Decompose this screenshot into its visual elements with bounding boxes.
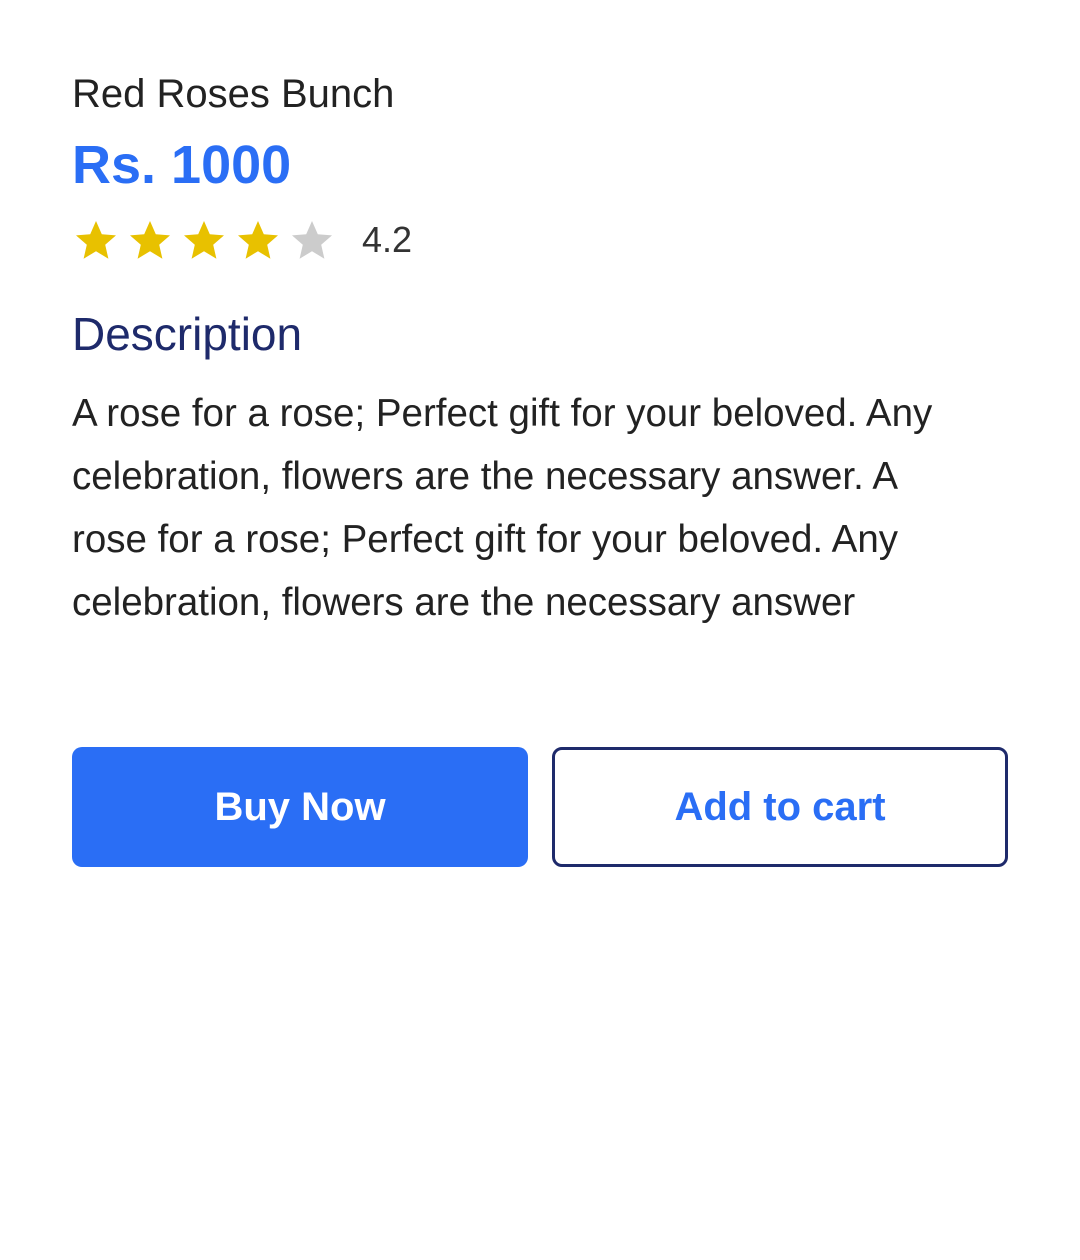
star-icon bbox=[180, 216, 228, 264]
product-name: Red Roses Bunch bbox=[72, 72, 395, 116]
add-to-cart-button[interactable]: Add to cart bbox=[552, 747, 1008, 867]
rating: 4.2 bbox=[72, 214, 412, 266]
star-icon bbox=[288, 216, 336, 264]
star-icon bbox=[72, 216, 120, 264]
star-icon bbox=[126, 216, 174, 264]
description-text: A rose for a rose; Perfect gift for your… bbox=[72, 392, 933, 624]
product-price: Rs. 1000 bbox=[72, 135, 292, 195]
description-heading: Description bbox=[72, 308, 303, 360]
buy-now-button[interactable]: Buy Now bbox=[72, 747, 528, 867]
rating-value: 4.2 bbox=[362, 219, 413, 260]
star-icon bbox=[234, 216, 282, 264]
